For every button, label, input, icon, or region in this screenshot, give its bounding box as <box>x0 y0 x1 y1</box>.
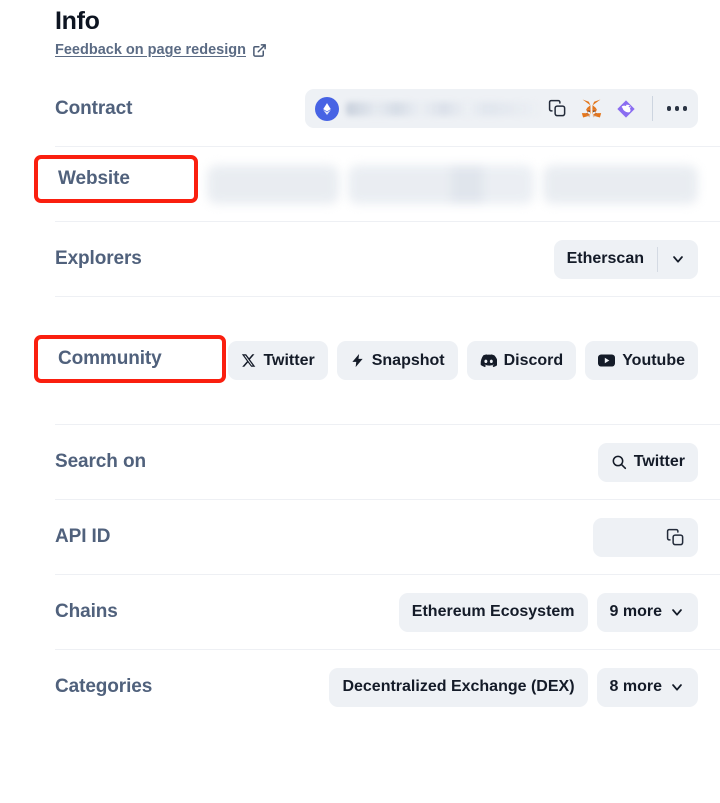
categories-value: Decentralized Exchange (DEX) 8 more <box>152 667 698 707</box>
community-value: Twitter Snapshot Discord Youtube <box>159 341 698 380</box>
explorers-dropdown[interactable]: Etherscan <box>553 239 698 279</box>
info-panel: Info Feedback on page redesign Contract <box>0 0 720 803</box>
row-community: Community Twitter Sn <box>34 296 720 424</box>
community-link-snapshot[interactable]: Snapshot <box>336 341 458 380</box>
website-link-redacted[interactable] <box>543 164 698 204</box>
community-link-label: Snapshot <box>371 351 445 369</box>
chevron-down-icon <box>669 604 685 620</box>
row-search-on: Search on Twitter <box>55 424 720 499</box>
explorer-selected-label: Etherscan <box>566 250 644 267</box>
website-link-redacted[interactable] <box>348 164 534 204</box>
external-link-icon <box>252 43 267 58</box>
feedback-row[interactable]: Feedback on page redesign <box>55 41 720 59</box>
website-link-redacted[interactable] <box>207 164 339 204</box>
website-value <box>127 164 698 204</box>
page-title: Info <box>55 7 100 35</box>
search-on-twitter-button[interactable]: Twitter <box>597 442 698 482</box>
discord-icon <box>480 353 497 368</box>
api-id-pill[interactable] <box>593 517 698 557</box>
copy-icon[interactable] <box>666 528 685 547</box>
community-link-youtube[interactable]: Youtube <box>585 341 698 380</box>
chevron-down-icon <box>669 679 685 695</box>
row-categories: Categories Decentralized Exchange (DEX) … <box>55 649 720 724</box>
community-link-label: Discord <box>503 351 564 369</box>
ethereum-icon <box>315 96 339 121</box>
row-api-id: API ID <box>55 499 720 574</box>
chain-primary-tag[interactable]: Ethereum Ecosystem <box>398 592 588 632</box>
explorers-value: Etherscan <box>142 239 698 279</box>
row-contract: Contract <box>55 71 720 146</box>
categories-more-button[interactable]: 8 more <box>596 667 698 707</box>
chains-value: Ethereum Ecosystem 9 more <box>118 592 698 632</box>
search-on-target-label: Twitter <box>633 453 685 470</box>
search-icon <box>611 454 627 470</box>
community-link-label: Twitter <box>263 351 315 369</box>
row-label-search-on: Search on <box>55 451 146 472</box>
lightning-bolt-icon <box>350 352 365 369</box>
row-label-website-annotated: Website <box>58 168 130 189</box>
row-label-api-id: API ID <box>55 526 111 547</box>
x-twitter-icon <box>241 353 256 368</box>
contract-divider <box>651 96 653 121</box>
rabby-wallet-icon[interactable] <box>616 99 636 119</box>
community-link-label: Youtube <box>622 351 685 369</box>
chains-more-button[interactable]: 9 more <box>596 592 698 632</box>
chains-more-label: 9 more <box>609 603 662 620</box>
category-primary-tag[interactable]: Decentralized Exchange (DEX) <box>329 667 588 707</box>
contract-address-bar[interactable] <box>305 89 698 128</box>
row-label-community-annotated: Community <box>58 348 162 369</box>
row-label-chains: Chains <box>55 601 118 622</box>
row-label-explorers: Explorers <box>55 248 142 269</box>
categories-more-label: 8 more <box>609 678 662 695</box>
row-label-contract: Contract <box>55 97 133 119</box>
chevron-down-icon[interactable] <box>658 240 698 279</box>
search-on-value: Twitter <box>146 442 698 482</box>
panel-header: Info Feedback on page redesign <box>0 0 720 59</box>
contract-address-text <box>346 101 542 116</box>
info-rows: Contract Website Explorers Etherscan Twi… <box>0 71 720 724</box>
row-chains: Chains Ethereum Ecosystem 9 more <box>55 574 720 649</box>
contract-value <box>132 89 698 128</box>
copy-icon[interactable] <box>548 99 567 118</box>
feedback-link[interactable]: Feedback on page redesign <box>55 41 246 59</box>
row-explorers: Explorers Etherscan <box>55 221 720 296</box>
community-link-discord[interactable]: Discord <box>466 341 577 380</box>
more-options-icon[interactable] <box>665 106 690 111</box>
api-id-value <box>110 517 698 557</box>
row-website: Website Website <box>34 146 720 221</box>
youtube-icon <box>598 354 616 367</box>
metamask-icon[interactable] <box>581 99 602 119</box>
community-link-twitter[interactable]: Twitter <box>228 341 328 380</box>
row-label-categories: Categories <box>55 676 153 697</box>
